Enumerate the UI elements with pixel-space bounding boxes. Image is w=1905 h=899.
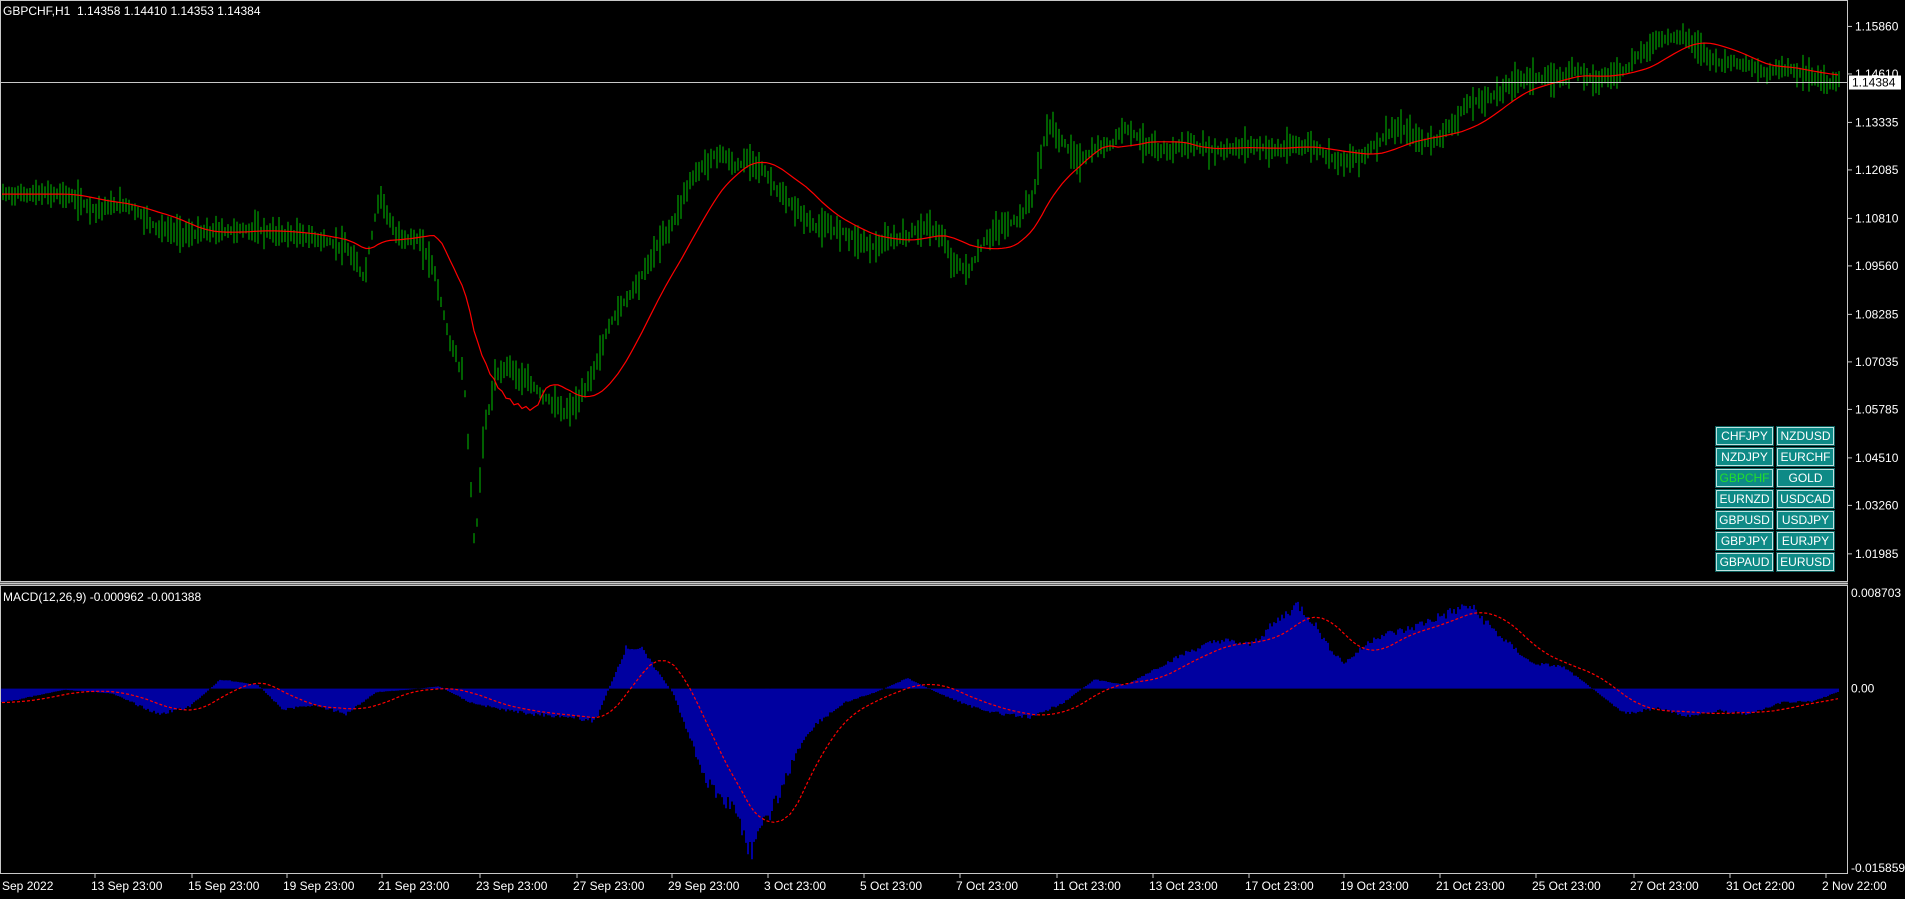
x-tick-label: 13 Sep 23:00 [91,879,163,893]
y-tick-label: 1.12085 [1855,163,1899,177]
macd-title: MACD(12,26,9) -0.000962 -0.001388 [3,590,201,604]
symbol-button-gold[interactable]: GOLD [1776,468,1835,488]
symbol-button-nzdjpy[interactable]: NZDJPY [1715,447,1774,467]
y-tick-label: 1.03260 [1855,498,1899,512]
symbol-button-eurchf[interactable]: EURCHF [1776,447,1835,467]
x-tick-label: 11 Oct 23:00 [1053,879,1121,893]
x-tick-label: 2 Nov 22:00 [1822,879,1887,893]
symbol-button-gbpusd[interactable]: GBPUSD [1715,510,1774,530]
macd-y-tick-label: -0.015859 [1851,861,1905,875]
y-tick-label: 1.09560 [1855,259,1899,273]
symbol-button-usdjpy[interactable]: USDJPY [1776,510,1835,530]
chart-canvas[interactable]: 1.158601.146101.133351.120851.108101.095… [0,0,1905,899]
symbol-button-eurjpy[interactable]: EURJPY [1776,531,1835,551]
symbol-button-gbpjpy[interactable]: GBPJPY [1715,531,1774,551]
symbol-button-gbpaud[interactable]: GBPAUD [1715,552,1774,572]
x-tick-label: 31 Oct 22:00 [1726,879,1795,893]
y-tick-label: 1.04510 [1855,451,1899,465]
x-tick-label: 13 Oct 23:00 [1149,879,1218,893]
symbol-button-nzdusd[interactable]: NZDUSD [1776,426,1835,446]
macd-y-tick-label: 0.008703 [1851,586,1901,600]
x-tick-label: 27 Sep 23:00 [573,879,645,893]
y-tick-label: 1.10810 [1855,211,1899,225]
x-tick-label: 21 Oct 23:00 [1436,879,1505,893]
x-tick-label: 21 Sep 23:00 [378,879,450,893]
x-tick-label: 17 Oct 23:00 [1245,879,1314,893]
symbol-button-eurnzd[interactable]: EURNZD [1715,489,1774,509]
y-tick-label: 1.05785 [1855,402,1899,416]
x-tick-label: 23 Sep 23:00 [476,879,548,893]
symbol-button-eurusd[interactable]: EURUSD [1776,552,1835,572]
symbol-button-gbpchf[interactable]: GBPCHF [1715,468,1774,488]
x-tick-label: 27 Oct 23:00 [1630,879,1699,893]
y-tick-label: 1.08285 [1855,307,1899,321]
main-chart-title: GBPCHF,H1 1.14358 1.14410 1.14353 1.1438… [3,4,261,18]
x-tick-label: 19 Oct 23:00 [1340,879,1409,893]
macd-y-tick-label: 0.00 [1851,682,1875,696]
symbol-button-chfjpy[interactable]: CHFJPY [1715,426,1774,446]
x-tick-label: 25 Oct 23:00 [1532,879,1601,893]
current-price-label: 1.14384 [1852,76,1896,90]
x-tick-label: 19 Sep 23:00 [283,879,355,893]
x-tick-label: 5 Oct 23:00 [860,879,922,893]
symbol-button-usdcad[interactable]: USDCAD [1776,489,1835,509]
y-tick-label: 1.15860 [1855,19,1899,33]
y-tick-label: 1.13335 [1855,115,1899,129]
x-tick-label: 7 Oct 23:00 [956,879,1018,893]
y-tick-label: 1.01985 [1855,547,1899,561]
x-tick-label: 9 Sep 2022 [0,879,54,893]
x-tick-label: 29 Sep 23:00 [668,879,740,893]
x-tick-label: 3 Oct 23:00 [764,879,826,893]
x-tick-label: 15 Sep 23:00 [188,879,260,893]
y-tick-label: 1.07035 [1855,355,1899,369]
